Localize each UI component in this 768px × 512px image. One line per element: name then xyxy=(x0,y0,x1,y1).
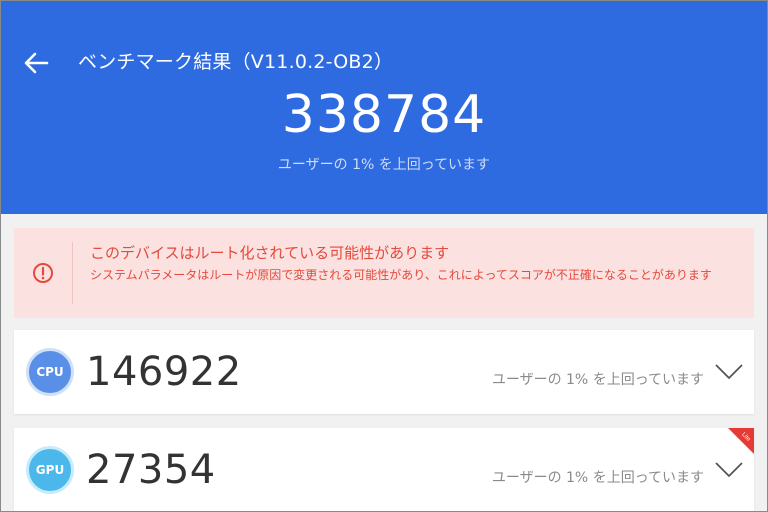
cpu-score: 146922 xyxy=(86,349,242,395)
gpu-score-card[interactable]: GPU 27354 ユーザーの 1% を上回っています Lite xyxy=(14,428,754,512)
alert-circle-icon xyxy=(33,263,53,283)
warning-body: システムパラメータはルートが原因で変更される可能性があり、これによってスコアが不… xyxy=(90,268,712,282)
lite-corner-tag: Lite xyxy=(728,428,754,454)
cpu-rank-text: ユーザーの 1% を上回っています xyxy=(491,372,704,388)
gpu-rank-text: ユーザーの 1% を上回っています xyxy=(491,470,704,486)
chevron-down-icon[interactable] xyxy=(714,362,744,382)
page-title: ベンチマーク結果（V11.0.2-OB2） xyxy=(78,51,394,73)
root-warning-banner: このデバイスはルート化されている可能性があります システムパラメータはルートが原… xyxy=(14,228,754,318)
total-score: 338784 xyxy=(281,85,487,145)
total-rank-text: ユーザーの 1% を上回っています xyxy=(277,157,491,173)
chevron-down-icon[interactable] xyxy=(714,460,744,480)
back-button[interactable] xyxy=(18,46,54,80)
cpu-score-card[interactable]: CPU 146922 ユーザーの 1% を上回っています xyxy=(14,330,754,414)
cpu-badge: CPU xyxy=(26,348,74,396)
app-header: ベンチマーク結果（V11.0.2-OB2） 338784 ユーザーの 1% を上… xyxy=(0,0,768,214)
gpu-badge: GPU xyxy=(26,446,74,494)
warning-divider xyxy=(72,242,73,304)
warning-title: このデバイスはルート化されている可能性があります xyxy=(90,244,450,262)
back-arrow-icon xyxy=(24,52,49,74)
gpu-score: 27354 xyxy=(86,447,216,493)
